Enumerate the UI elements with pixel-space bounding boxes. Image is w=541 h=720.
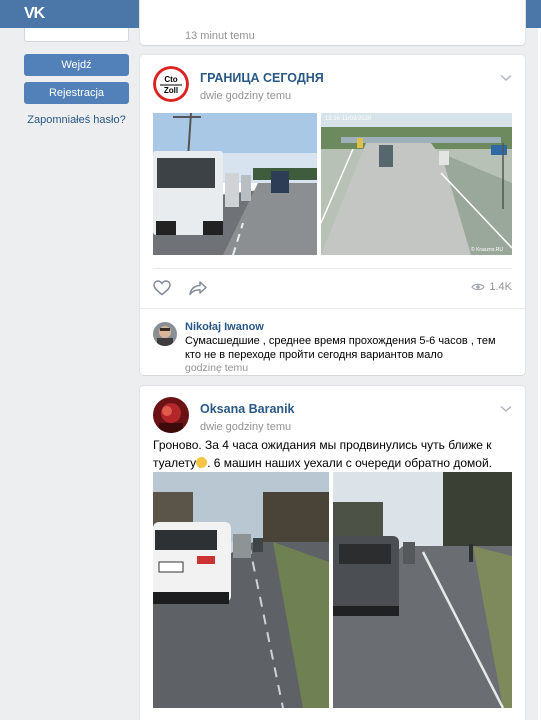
highway-camera-photo: 13:16 11/03/2020 © Kraszno.RU [321, 113, 512, 255]
chevron-down-icon[interactable] [500, 405, 512, 413]
svg-text:Cto: Cto [164, 75, 177, 84]
road-queue-photo [333, 472, 512, 708]
person-avatar-icon [153, 322, 177, 346]
heart-icon[interactable] [153, 280, 171, 296]
traffic-queue-photo [153, 113, 317, 255]
previous-post: 13 minut temu [140, 0, 525, 45]
divider [153, 268, 512, 269]
previous-post-time: 13 minut temu [185, 30, 255, 42]
post-header: Cto Zoll ГРАНИЦА СЕГОДНЯ dwie godziny te… [153, 66, 512, 104]
post-date[interactable]: dwie godziny temu [200, 421, 291, 433]
svg-text:Zoll: Zoll [164, 86, 178, 95]
eye-icon [471, 283, 486, 291]
photo-timestamp: 13:16 11/03/2020 [325, 116, 372, 122]
post: Cto Zoll ГРАНИЦА СЕГОДНЯ dwie godziny te… [140, 55, 525, 375]
forgot-password-link[interactable]: Zapomniałeś hasło? [24, 114, 129, 126]
right-scroll-edge [530, 28, 541, 720]
post-photo[interactable] [153, 472, 329, 708]
photo-watermark: © Kraszno.RU [471, 246, 503, 253]
road-queue-photo [153, 472, 329, 708]
post-photo[interactable]: 13:16 11/03/2020 © Kraszno.RU [321, 113, 512, 255]
post-date[interactable]: dwie godziny temu [200, 90, 291, 102]
post-author[interactable]: ГРАНИЦА СЕГОДНЯ [200, 71, 324, 85]
border-sign-avatar-icon: Cto Zoll [153, 66, 189, 102]
comment: Nikołaj Iwanow Сумасшедшие , среднее вре… [140, 308, 525, 375]
smile-emoji-icon [196, 457, 208, 468]
register-button[interactable]: Rejestracja [24, 82, 129, 104]
share-icon[interactable] [189, 280, 207, 296]
views-counter: 1.4K [471, 281, 512, 293]
login-button[interactable]: Wejdź [24, 54, 129, 76]
post-header: Oksana Baranik dwie godziny temu [153, 397, 512, 435]
post: Oksana Baranik dwie godziny temu Гроново… [140, 386, 525, 720]
post-author[interactable]: Oksana Baranik [200, 402, 295, 416]
chevron-down-icon[interactable] [500, 74, 512, 82]
comment-author[interactable]: Nikołaj Iwanow [185, 321, 264, 333]
avatar[interactable] [153, 322, 177, 346]
vk-logo[interactable]: VK [24, 5, 46, 23]
avatar[interactable]: Cto Zoll [153, 66, 189, 102]
views-count: 1.4K [489, 281, 512, 293]
person-avatar-icon [153, 397, 189, 433]
post-photo[interactable] [153, 113, 317, 255]
comment-text: Сумасшедшие , среднее время прохождения … [185, 335, 496, 361]
comment-date[interactable]: godzinę temu [185, 362, 248, 374]
password-field[interactable] [24, 28, 129, 42]
post-photo[interactable] [333, 472, 512, 708]
post-text-part: . 6 машин наших уехали с очереди обратно… [207, 456, 492, 470]
avatar[interactable] [153, 397, 189, 433]
post-text: Гроново. За 4 часа ожидания мы продвинул… [153, 436, 513, 472]
